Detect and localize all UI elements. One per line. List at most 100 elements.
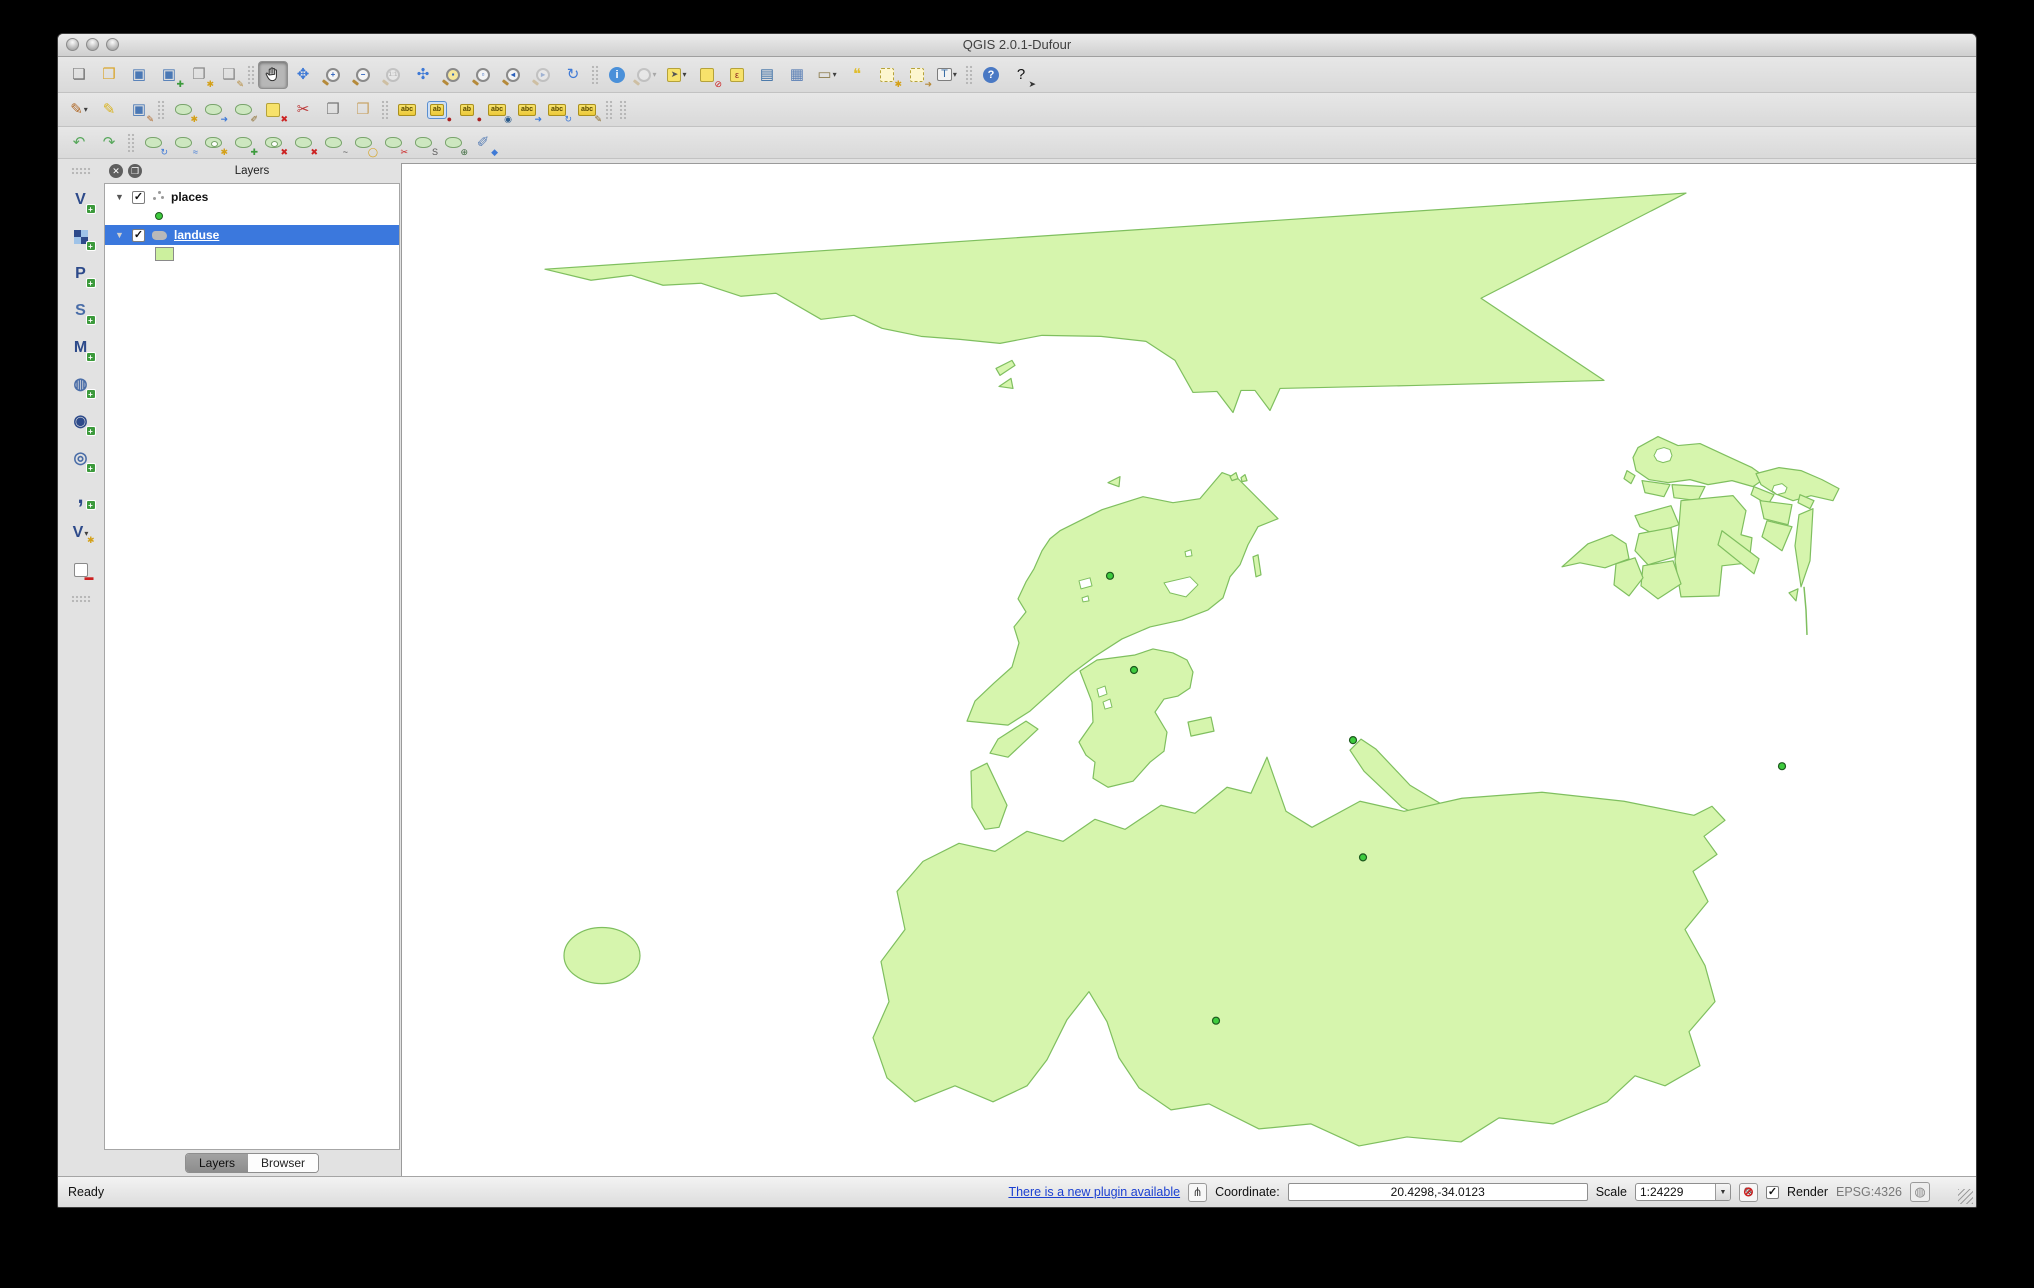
add-raster-layer-button[interactable]: + — [68, 225, 94, 249]
labeling-button[interactable]: abc — [392, 96, 422, 124]
disclosure-triangle-icon[interactable]: ▼ — [115, 192, 125, 202]
layer-name-label: places — [171, 190, 208, 204]
deselect-button[interactable]: ⊘ — [692, 61, 722, 89]
add-delimited-text-layer-button[interactable]: ,+ — [68, 484, 94, 508]
new-project-button[interactable]: ❏ — [64, 61, 94, 89]
tab-browser[interactable]: Browser — [248, 1154, 318, 1172]
landuse-polygon-24 — [1789, 589, 1798, 601]
identify-button[interactable]: i — [602, 61, 632, 89]
resize-grip-icon[interactable] — [1958, 1189, 1973, 1204]
label-rotate-button[interactable]: abc↻ — [542, 96, 572, 124]
split-parts-button[interactable]: S — [408, 129, 438, 157]
scale-combo[interactable]: 1:24229 ▼ — [1635, 1183, 1731, 1201]
delete-ring-button[interactable]: ✖ — [258, 129, 288, 157]
zoom-out-button[interactable]: − — [348, 61, 378, 89]
add-mssql-layer-button[interactable]: M+ — [68, 336, 94, 360]
zoom-native-button[interactable]: 1:1 — [378, 61, 408, 89]
map-tips-button[interactable]: ❝ — [842, 61, 872, 89]
coordinate-input[interactable] — [1288, 1183, 1588, 1201]
label-properties-button[interactable]: abc✎ — [572, 96, 602, 124]
current-edits-button[interactable]: ✎▾ — [64, 96, 94, 124]
add-ring-button[interactable]: ✱ — [198, 129, 228, 157]
offset-curve-button[interactable]: ◯ — [348, 129, 378, 157]
save-project-as-button[interactable]: ▣✚ — [154, 61, 184, 89]
layer-visibility-checkbox[interactable]: ✓ — [132, 191, 145, 204]
toggle-editing-button[interactable]: ✎ — [94, 96, 124, 124]
zoom-in-button[interactable]: + — [318, 61, 348, 89]
pan-to-selection-button[interactable]: ✥ — [288, 61, 318, 89]
undo-button[interactable]: ↶ — [64, 129, 94, 157]
paste-features-button[interactable]: ❒ — [348, 96, 378, 124]
move-feature-button[interactable]: ➜ — [198, 96, 228, 124]
field-calculator-button[interactable]: ▦ — [782, 61, 812, 89]
redo-button[interactable]: ↷ — [94, 129, 124, 157]
cut-features-button[interactable]: ✂ — [288, 96, 318, 124]
add-part-button[interactable]: ✚ — [228, 129, 258, 157]
copy-features-icon: ❐ — [326, 102, 339, 117]
chevron-down-icon[interactable]: ▼ — [1715, 1184, 1730, 1200]
pan-map-button[interactable] — [258, 61, 288, 89]
attribute-table-button[interactable]: ▤ — [752, 61, 782, 89]
title-bar[interactable]: QGIS 2.0.1-Dufour — [58, 34, 1976, 57]
map-canvas[interactable] — [401, 163, 1976, 1176]
remove-layer-button[interactable]: ▬ — [68, 558, 94, 582]
split-features-button[interactable]: ✂ — [378, 129, 408, 157]
add-postgis-layer-button[interactable]: P+ — [68, 262, 94, 286]
zoom-full-button[interactable]: ✣ — [408, 61, 438, 89]
label-unpin-button[interactable]: ab● — [452, 96, 482, 124]
status-bar: Ready There is a new plugin available ⋔ … — [58, 1176, 1976, 1207]
new-bookmark-button[interactable]: ✱ — [872, 61, 902, 89]
plugin-available-link[interactable]: There is a new plugin available — [1008, 1185, 1180, 1199]
close-window-button[interactable] — [66, 38, 79, 51]
delete-selected-button[interactable]: ✖ — [258, 96, 288, 124]
minimize-window-button[interactable] — [86, 38, 99, 51]
composer-manager-button[interactable]: ❑✎ — [214, 61, 244, 89]
select-rectangle-button[interactable]: ➤▾ — [662, 61, 692, 89]
zoom-to-selection-button[interactable]: ▪ — [438, 61, 468, 89]
add-vector-layer-button[interactable]: V+ — [68, 188, 94, 212]
add-wfs-layer-button[interactable]: ◎+ — [68, 447, 94, 471]
text-annotation-button[interactable]: T▾ — [932, 61, 962, 89]
add-feature-button[interactable]: ✱ — [168, 96, 198, 124]
open-project-button[interactable]: ❒ — [94, 61, 124, 89]
layer-visibility-checkbox[interactable]: ✓ — [132, 229, 145, 242]
add-wms-layer-button[interactable]: ◍+ — [68, 373, 94, 397]
select-menu-button[interactable]: ▾ — [632, 61, 662, 89]
simplify-feature-button[interactable]: ≈ — [168, 129, 198, 157]
stop-render-icon[interactable]: ✎⊘ — [1739, 1183, 1758, 1202]
measure-button[interactable]: ▭▾ — [812, 61, 842, 89]
node-tool-button[interactable]: ✐ — [228, 96, 258, 124]
new-shapefile-layer-button[interactable]: V✱▾ — [68, 521, 94, 545]
help-button[interactable]: ? — [976, 61, 1006, 89]
rotate-point-symbols-button[interactable]: ✐◆ — [468, 129, 498, 157]
landuse-polygon-17 — [1641, 561, 1681, 599]
copy-features-button[interactable]: ❐ — [318, 96, 348, 124]
select-expression-button[interactable]: ε — [722, 61, 752, 89]
show-bookmarks-button[interactable]: ➜ — [902, 61, 932, 89]
reshape-features-button[interactable]: ~ — [318, 129, 348, 157]
add-wcs-layer-button[interactable]: ◉+ — [68, 410, 94, 434]
save-project-button[interactable]: ▣ — [124, 61, 154, 89]
zoom-next-button[interactable]: ▸ — [528, 61, 558, 89]
tab-layers[interactable]: Layers — [186, 1154, 248, 1172]
label-pin-button[interactable]: ab● — [422, 96, 452, 124]
zoom-window-button[interactable] — [106, 38, 119, 51]
new-composer-button[interactable]: ❐✱ — [184, 61, 214, 89]
rotate-feature-button[interactable]: ↻ — [138, 129, 168, 157]
whats-this-button[interactable]: ?➤ — [1006, 61, 1036, 89]
plugin-icon[interactable]: ⋔ — [1188, 1183, 1207, 1202]
render-checkbox[interactable]: ✓ — [1766, 1186, 1779, 1199]
delete-part-button[interactable]: ✖ — [288, 129, 318, 157]
zoom-last-button[interactable]: ◂ — [498, 61, 528, 89]
crs-status-button[interactable]: ◍ — [1910, 1182, 1930, 1202]
label-move-button[interactable]: abc➜ — [512, 96, 542, 124]
merge-features-button[interactable]: ⊕ — [438, 129, 468, 157]
add-spatialite-layer-button[interactable]: S+ — [68, 299, 94, 323]
zoom-to-layer-button[interactable]: ▫ — [468, 61, 498, 89]
label-visibility-button[interactable]: abc◉ — [482, 96, 512, 124]
refresh-button[interactable]: ↻ — [558, 61, 588, 89]
disclosure-triangle-icon[interactable]: ▼ — [115, 230, 125, 240]
save-layer-edits-button[interactable]: ▣✎ — [124, 96, 154, 124]
layer-row-landuse[interactable]: ▼✓landuse — [105, 225, 399, 245]
layer-row-places[interactable]: ▼ ✓ places — [105, 187, 399, 207]
